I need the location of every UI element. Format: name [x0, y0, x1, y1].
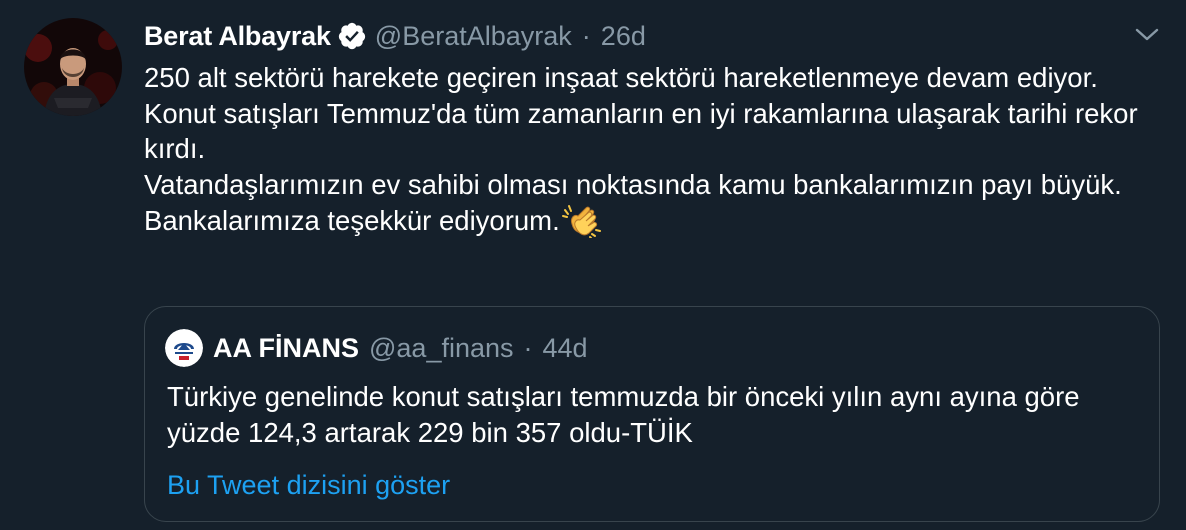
tweet-text-line-1: 250 alt sektörü harekete geçiren inşaat …: [144, 62, 1098, 93]
quoted-tweet[interactable]: AA FİNANS @aa_finans · 44d Türkiye genel…: [144, 306, 1160, 522]
author-name[interactable]: Berat Albayrak: [144, 21, 331, 52]
tweet-text-line-3-text: Vatandaşlarımızın ev sahibi olması nokta…: [144, 168, 1122, 237]
quoted-tweet-time[interactable]: 44d: [543, 333, 588, 364]
author-avatar[interactable]: [24, 18, 122, 116]
verified-badge-icon: [337, 21, 367, 51]
tweet-time[interactable]: 26d: [601, 21, 646, 52]
author-handle[interactable]: @BeratAlbayrak: [375, 21, 572, 52]
quoted-author-avatar: [165, 329, 203, 367]
tweet-header: Berat Albayrak @BeratAlbayrak · 26d: [144, 14, 1144, 58]
quoted-author-name[interactable]: AA FİNANS: [213, 333, 359, 364]
header-separator: ·: [581, 20, 591, 51]
tweet-content: Berat Albayrak @BeratAlbayrak · 26d 250 …: [144, 14, 1144, 239]
clapping-hands-emoji-icon: [561, 202, 602, 238]
chevron-down-icon[interactable]: [1134, 24, 1160, 44]
tweet[interactable]: Berat Albayrak @BeratAlbayrak · 26d 250 …: [0, 0, 1186, 530]
tweet-text: 250 alt sektörü harekete geçiren inşaat …: [144, 60, 1144, 239]
quoted-tweet-header: AA FİNANS @aa_finans · 44d: [165, 329, 588, 367]
tweet-text-line-3: Vatandaşlarımızın ev sahibi olması nokta…: [144, 167, 1144, 239]
quoted-tweet-text: Türkiye genelinde konut satışları temmuz…: [167, 381, 1080, 448]
quoted-author-handle[interactable]: @aa_finans: [369, 333, 514, 364]
show-thread-link[interactable]: Bu Tweet dizisini göster: [167, 467, 450, 503]
tweet-text-line-2: Konut satışları Temmuz'da tüm zamanların…: [144, 97, 1138, 165]
quoted-header-separator: ·: [523, 332, 533, 363]
